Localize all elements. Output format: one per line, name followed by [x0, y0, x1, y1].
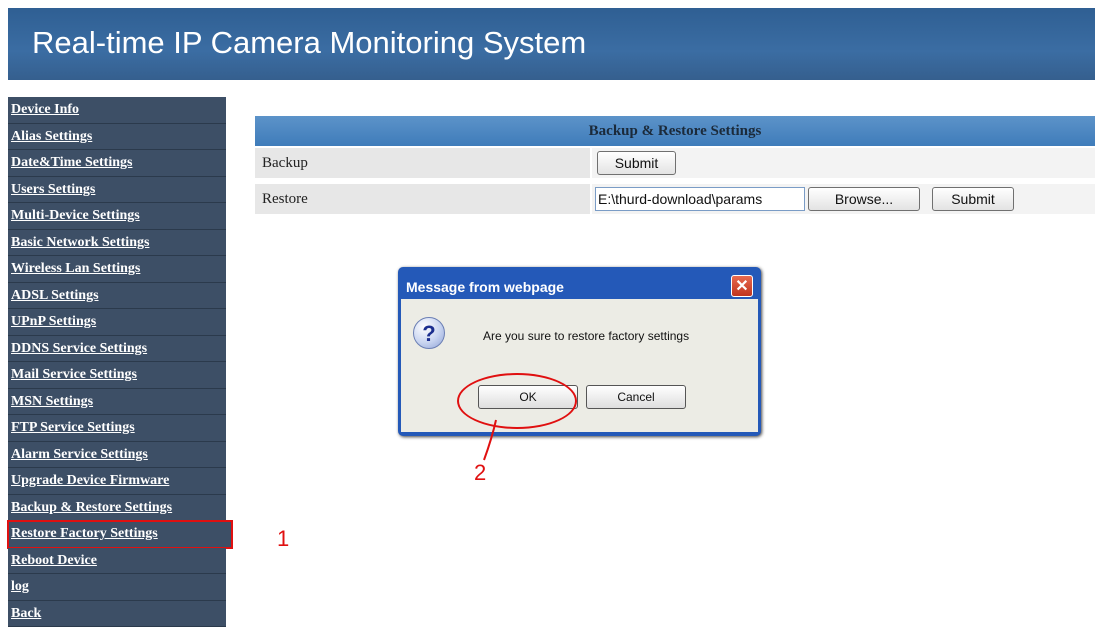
dialog-message: Are you sure to restore factory settings: [483, 329, 690, 343]
sidebar-item-datetime-settings[interactable]: Date&Time Settings: [8, 150, 226, 177]
backup-submit-button[interactable]: Submit: [597, 151, 676, 175]
sidebar-item-alarm-service-settings[interactable]: Alarm Service Settings: [8, 441, 226, 468]
question-icon: ?: [413, 317, 445, 349]
browse-button[interactable]: Browse...: [808, 187, 920, 211]
sidebar-item-log[interactable]: log: [8, 574, 226, 601]
ok-annotation-ellipse: [457, 373, 577, 429]
sidebar-item-upgrade-device-firmware[interactable]: Upgrade Device Firmware: [8, 468, 226, 495]
sidebar-item-upnp-settings[interactable]: UPnP Settings: [8, 309, 226, 336]
sidebar-item-backup-restore-settings[interactable]: Backup & Restore Settings: [8, 494, 226, 521]
dialog-body: ? Are you sure to restore factory settin…: [401, 299, 758, 432]
sidebar-item-alias-settings[interactable]: Alias Settings: [8, 123, 226, 150]
backup-label: Backup: [255, 148, 590, 178]
cancel-button[interactable]: Cancel: [586, 385, 686, 409]
panel-title: Backup & Restore Settings: [255, 116, 1095, 146]
sidebar-item-users-settings[interactable]: Users Settings: [8, 176, 226, 203]
restore-file-input[interactable]: E:\thurd-download\params: [595, 187, 805, 211]
sidebar-item-msn-settings[interactable]: MSN Settings: [8, 388, 226, 415]
annotation-step-2: 2: [474, 460, 487, 485]
dialog-title: Message from webpage: [406, 279, 564, 295]
sidebar-item-device-info[interactable]: Device Info: [8, 97, 226, 124]
restore-value-cell: E:\thurd-download\params Browse... Submi…: [592, 184, 1095, 214]
sidebar-item-basic-network-settings[interactable]: Basic Network Settings: [8, 229, 226, 256]
annotation-pointer-line: [483, 419, 497, 461]
app-header: Real-time IP Camera Monitoring System: [8, 8, 1095, 80]
app-title: Real-time IP Camera Monitoring System: [32, 25, 587, 60]
restore-submit-button[interactable]: Submit: [932, 187, 1014, 211]
sidebar-item-multi-device-settings[interactable]: Multi-Device Settings: [8, 203, 226, 230]
backup-row: Backup Submit: [255, 148, 1095, 178]
confirm-dialog: Message from webpage ✕ ? Are you sure to…: [398, 267, 761, 436]
sidebar-item-reboot-device[interactable]: Reboot Device: [8, 547, 226, 574]
annotation-step-1: 1: [277, 526, 290, 551]
close-icon[interactable]: ✕: [731, 275, 753, 297]
sidebar-item-ddns-service-settings[interactable]: DDNS Service Settings: [8, 335, 226, 362]
sidebar: Device Info Alias Settings Date&Time Set…: [7, 97, 233, 628]
sidebar-item-ftp-service-settings[interactable]: FTP Service Settings: [8, 415, 226, 442]
backup-value-cell: Submit: [592, 148, 1095, 178]
sidebar-item-restore-factory-settings[interactable]: Restore Factory Settings: [7, 520, 233, 549]
restore-row: Restore E:\thurd-download\params Browse.…: [255, 184, 1095, 214]
restore-label: Restore: [255, 184, 590, 214]
sidebar-item-back[interactable]: Back: [8, 600, 226, 627]
sidebar-item-adsl-settings[interactable]: ADSL Settings: [8, 282, 226, 309]
sidebar-item-wireless-lan-settings[interactable]: Wireless Lan Settings: [8, 256, 226, 283]
sidebar-item-mail-service-settings[interactable]: Mail Service Settings: [8, 362, 226, 389]
